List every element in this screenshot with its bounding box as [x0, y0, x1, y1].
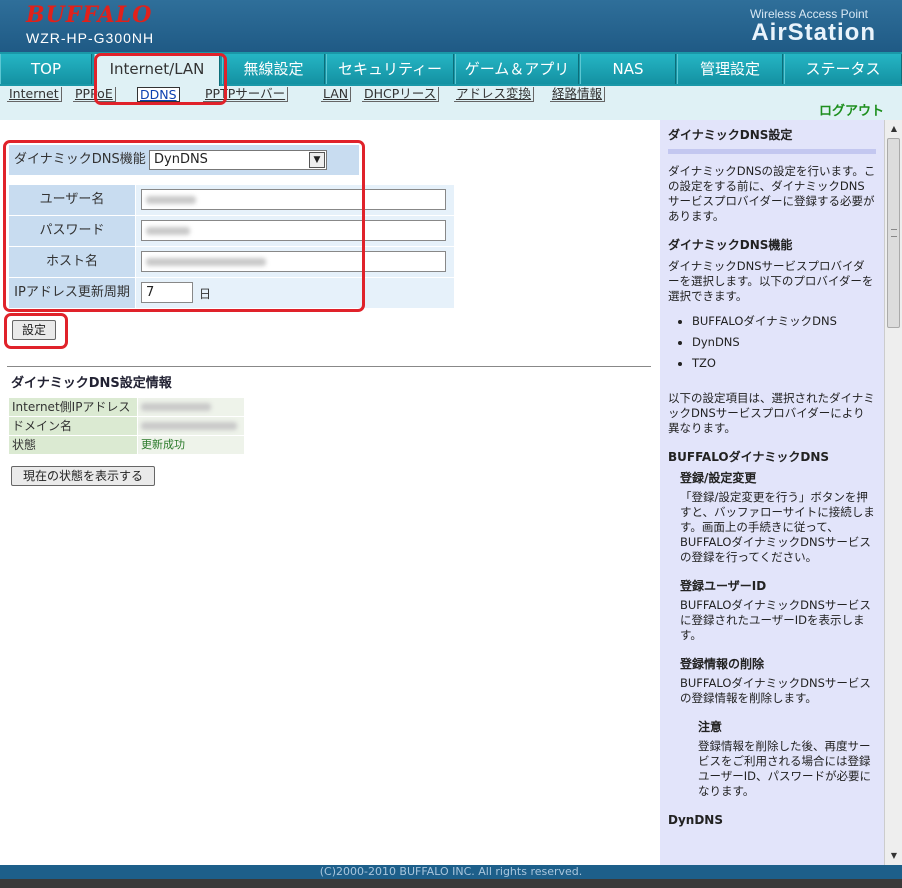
model-name: WZR-HP-G300NH: [26, 30, 155, 46]
password-label: パスワード: [9, 216, 135, 246]
help-dyndns-title: DynDNS: [668, 813, 723, 827]
submit-button[interactable]: 設定: [12, 320, 56, 340]
password-input[interactable]: [141, 220, 446, 241]
tab-security[interactable]: セキュリティー: [326, 54, 454, 84]
tab-wireless[interactable]: 無線設定: [222, 54, 325, 84]
help-note-title: 注意: [698, 720, 723, 734]
scroll-down-icon[interactable]: ▼: [887, 849, 901, 863]
help-note: 注意 登録情報を削除した後、再度サービスをご利用される場合には登録ユーザーID、…: [680, 720, 876, 799]
interval-input[interactable]: 7: [141, 282, 193, 303]
subtab-lan[interactable]: LAN: [321, 87, 352, 102]
subtab-internet[interactable]: Internet: [7, 87, 62, 102]
header: BUFFALO WZR-HP-G300NH Wireless Access Po…: [0, 0, 902, 52]
interval-unit: 日: [199, 287, 212, 301]
help-func-text: ダイナミックDNSサービスプロバイダーを選択します。以下のプロバイダーを選択でき…: [668, 259, 874, 303]
help-provider-item: BUFFALOダイナミックDNS: [692, 314, 876, 329]
tab-game-apps[interactable]: ゲーム＆アプリ: [455, 54, 579, 84]
help-panel: ダイナミックDNS設定 ダイナミックDNSの設定を行います。この設定をする前に、…: [660, 120, 884, 865]
show-status-button[interactable]: 現在の状態を表示する: [11, 466, 155, 486]
tab-nas[interactable]: NAS: [580, 54, 676, 84]
subtab-routing[interactable]: 経路情報: [550, 87, 606, 102]
interval-label: IPアドレス更新周期: [9, 278, 135, 308]
logout-link[interactable]: ログアウト: [819, 100, 884, 119]
hostname-cell: [136, 247, 454, 277]
help-items-text: 以下の設定項目は、選択されたダイナミックDNSサービスプロバイダーにより異なりま…: [668, 391, 875, 435]
ddns-function-row: ダイナミックDNS機能 DynDNS ▼: [9, 145, 359, 175]
grip-icon: [891, 229, 897, 237]
info-status-value: 更新成功: [138, 436, 244, 454]
help-func-title: ダイナミックDNS機能: [668, 238, 793, 252]
scroll-thumb[interactable]: [887, 138, 900, 328]
help-reg-text: 「登録/設定変更を行う」ボタンを押すと、バッファローサイトに接続します。画面上の…: [680, 490, 875, 564]
tab-status[interactable]: ステータス: [784, 54, 902, 84]
info-domain-label: ドメイン名: [9, 417, 137, 435]
help-buffalo-title: BUFFALOダイナミックDNS: [668, 450, 830, 464]
scroll-up-icon[interactable]: ▲: [887, 122, 901, 136]
ddns-function-label-text: ダイナミックDNS機能: [14, 152, 146, 167]
interval-cell: 7 日: [136, 278, 454, 308]
help-title-bar: [668, 149, 876, 154]
ddns-info-title: ダイナミックDNS設定情報: [11, 376, 172, 391]
info-domain-value: [138, 417, 244, 435]
buffalo-logo: BUFFALO: [26, 2, 153, 28]
subtab-pppoe[interactable]: PPPoE: [73, 87, 116, 102]
help-provider-item: TZO: [692, 356, 876, 371]
main-tab-bar: TOP Internet/LAN 無線設定 セキュリティー ゲーム＆アプリ NA…: [0, 52, 902, 86]
help-provider-list: BUFFALOダイナミックDNS DynDNS TZO: [692, 314, 876, 371]
sub-tab-bar: Internet PPPoE DDNS PPTPサーバー LAN DHCPリース…: [0, 86, 902, 120]
info-status-label: 状態: [9, 436, 137, 454]
airstation-logo: AirStation: [751, 19, 876, 46]
username-input[interactable]: [141, 189, 446, 210]
help-delete-text: BUFFALOダイナミックDNSサービスの登録情報を削除します。: [680, 676, 871, 705]
help-provider-item: DynDNS: [692, 335, 876, 350]
footer: (C)2000-2010 BUFFALO INC. All rights res…: [0, 865, 902, 879]
ddns-provider-select[interactable]: DynDNS ▼: [149, 150, 327, 170]
help-scrollbar[interactable]: ▲ ▼: [884, 120, 902, 865]
help-reg-title: 登録/設定変更: [680, 471, 757, 485]
footer-bottom-bar: [0, 879, 902, 888]
info-ip-label: Internet側IPアドレス: [9, 398, 137, 416]
tab-admin[interactable]: 管理設定: [677, 54, 783, 84]
help-userid-title: 登録ユーザーID: [680, 579, 767, 593]
subtab-dhcp-lease[interactable]: DHCPリース: [362, 87, 440, 102]
help-buffalo-section: 登録/設定変更 「登録/設定変更を行う」ボタンを押すと、バッファローサイトに接続…: [668, 471, 876, 799]
username-cell: [136, 185, 454, 215]
subtab-nat[interactable]: アドレス変換: [454, 87, 535, 102]
subtab-pptp-server[interactable]: PPTPサーバー: [203, 87, 289, 102]
help-note-text: 登録情報を削除した後、再度サービスをご利用される場合には登録ユーザーID、パスワ…: [698, 739, 872, 798]
chevron-down-icon[interactable]: ▼: [309, 152, 325, 168]
help-intro: ダイナミックDNSの設定を行います。この設定をする前に、ダイナミックDNSサービ…: [668, 164, 876, 223]
help-delete-title: 登録情報の削除: [680, 657, 765, 671]
ddns-provider-value: DynDNS: [154, 152, 208, 167]
password-cell: [136, 216, 454, 246]
tab-top[interactable]: TOP: [0, 54, 92, 84]
username-label: ユーザー名: [9, 185, 135, 215]
hostname-input[interactable]: [141, 251, 446, 272]
subtab-ddns[interactable]: DDNS: [137, 87, 180, 102]
section-divider: [7, 366, 651, 367]
help-userid-text: BUFFALOダイナミックDNSサービスに登録されたユーザーIDを表示します。: [680, 598, 871, 642]
tab-internet-lan[interactable]: Internet/LAN: [94, 54, 220, 86]
info-ip-value: [138, 398, 244, 416]
help-title: ダイナミックDNS設定: [668, 128, 793, 142]
hostname-label: ホスト名: [9, 247, 135, 277]
